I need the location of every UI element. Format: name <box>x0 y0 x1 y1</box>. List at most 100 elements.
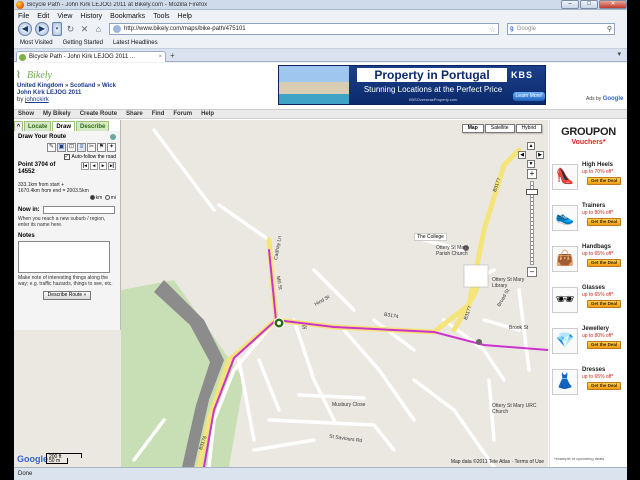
nav-create-route[interactable]: Create Route <box>80 111 117 117</box>
deal-dresses[interactable]: 👗 Dresses up to 65% off* Get the Deal <box>552 365 626 397</box>
deal-high-heels[interactable]: 👠 High Heels up to 70% off* Get the Deal <box>552 160 626 192</box>
road-label-brook-st: Brook St <box>509 325 529 331</box>
now-in-input[interactable] <box>42 206 115 214</box>
zoom-in-button[interactable]: + <box>527 169 537 179</box>
site-nav: Show My Bikely Create Route Share Find F… <box>14 109 627 119</box>
bookmark-star-icon[interactable]: ☆ <box>489 25 496 34</box>
deal-trainers[interactable]: 👟 Trainers up to 80% off* Get the Deal <box>552 201 626 233</box>
minimize-button[interactable]: – <box>561 0 579 9</box>
tab-bicycle-path[interactable]: Bicycle Path - John Kirk LEJOG 2011 ... … <box>16 51 166 62</box>
tab-locate[interactable]: Locate <box>24 121 52 131</box>
property-ad-banner[interactable]: Property in Portugal Stunning Locations … <box>278 65 546 105</box>
get-deal-button[interactable]: Get the Deal <box>587 341 621 349</box>
save-tool-icon[interactable]: ▣ <box>57 143 66 152</box>
zoom-slider-thumb[interactable] <box>526 189 538 195</box>
get-deal-button[interactable]: Get the Deal <box>587 218 621 226</box>
ads-by-google[interactable]: Ads by Google <box>586 96 623 102</box>
map-type-hybrid[interactable]: Hybrid <box>515 124 542 133</box>
notes-textarea[interactable] <box>18 241 110 273</box>
deal-glasses[interactable]: 🕶 Glasses up to 65% off* Get the Deal <box>552 283 626 315</box>
tab-list-button[interactable]: ▾ <box>617 50 621 58</box>
nav-show[interactable]: Show <box>18 111 34 117</box>
get-deal-button[interactable]: Get the Deal <box>587 382 621 390</box>
forward-button[interactable]: ▶ <box>35 22 49 36</box>
cut-tool-icon[interactable]: ✂ <box>87 143 96 152</box>
site-identity-icon[interactable] <box>113 25 121 33</box>
nav-find[interactable]: Find <box>152 111 165 117</box>
tab-draw[interactable]: Draw <box>52 121 76 131</box>
menu-file[interactable]: File <box>18 13 29 20</box>
menu-help[interactable]: Help <box>178 13 192 20</box>
google-logo[interactable]: Google <box>17 454 48 464</box>
pan-down-icon[interactable]: ▼ <box>527 160 535 168</box>
history-dropdown-button[interactable]: ▾ <box>52 22 62 36</box>
map-copyright[interactable]: Map data ©2011 Tele Atlas · Terms of Use <box>451 459 544 465</box>
pan-right-icon[interactable]: ▶ <box>536 151 544 159</box>
last-point-button[interactable]: ▸| <box>108 162 116 170</box>
new-tab-button[interactable]: + <box>170 51 175 60</box>
stop-icon[interactable]: ✕ <box>79 24 90 35</box>
describe-route-button[interactable]: Describe Route » <box>43 291 91 300</box>
deal-name: Trainers <box>582 203 606 209</box>
url-text[interactable]: http://www.bikely.com/maps/bike-path/475… <box>124 26 489 32</box>
site-logo[interactable]: Bikely <box>27 70 52 81</box>
pan-left-icon[interactable]: ◀ <box>518 151 526 159</box>
deal-jewellery[interactable]: 💎 Jewellery up to 80% off* Get the Deal <box>552 324 626 356</box>
learn-more-button[interactable]: Learn More! <box>513 92 545 101</box>
tab-close-icon[interactable]: × <box>158 52 162 62</box>
reload-icon[interactable]: ↻ <box>65 24 76 35</box>
map-type-map[interactable]: Map <box>461 124 484 133</box>
get-deal-button[interactable]: Get the Deal <box>587 259 621 267</box>
get-deal-button[interactable]: Get the Deal <box>587 177 621 185</box>
next-point-button[interactable]: ▸ <box>99 162 107 170</box>
glasses-icon: 🕶 <box>552 287 578 313</box>
nav-my-bikely[interactable]: My Bikely <box>43 111 71 117</box>
bookmark-latest-headlines[interactable]: Latest Headlines <box>113 40 158 46</box>
nav-help[interactable]: Help <box>201 111 214 117</box>
menu-edit[interactable]: Edit <box>37 13 49 20</box>
draw-tool-icon[interactable]: ✎ <box>47 143 56 152</box>
select-tool-icon[interactable]: ⊡ <box>67 143 76 152</box>
maximize-button[interactable]: □ <box>580 0 598 9</box>
now-in-label: Now in: <box>18 207 40 213</box>
back-button[interactable]: ◀ <box>18 22 32 36</box>
groupon-logo[interactable]: GROUPON <box>550 126 627 138</box>
search-icon[interactable]: ⚲ <box>607 25 612 33</box>
deal-handbags[interactable]: 👜 Handbags up to 65% off* Get the Deal <box>552 242 626 274</box>
nav-share[interactable]: Share <box>126 111 143 117</box>
author-link[interactable]: johnckirk <box>25 97 49 103</box>
bookmark-getting-started[interactable]: Getting Started <box>63 40 103 46</box>
get-deal-button[interactable]: Get the Deal <box>587 300 621 308</box>
autofollow-checkbox-box[interactable]: ✓ <box>63 154 70 160</box>
tab-describe[interactable]: Describe <box>76 121 110 131</box>
url-bar[interactable]: http://www.bikely.com/maps/bike-path/475… <box>109 23 499 35</box>
list-tool-icon[interactable]: ≡ <box>77 143 86 152</box>
dress-icon: 👗 <box>552 369 578 395</box>
help-icon[interactable] <box>110 134 116 140</box>
groupon-ad[interactable]: GROUPON Vouchers* 👠 High Heels up to 70%… <box>549 120 627 467</box>
flag-tool-icon[interactable]: ⚑ <box>97 143 106 152</box>
pan-up-icon[interactable]: ▲ <box>527 142 535 150</box>
breadcrumb-country[interactable]: United Kingdom <box>17 83 63 89</box>
prev-point-button[interactable]: ◂ <box>90 162 98 170</box>
magic-tool-icon[interactable]: ✦ <box>107 143 116 152</box>
first-point-button[interactable]: |◂ <box>81 162 89 170</box>
breadcrumb-town[interactable]: Wick <box>102 83 116 89</box>
menu-tools[interactable]: Tools <box>153 13 169 20</box>
map-type-satellite[interactable]: Satellite <box>484 124 515 133</box>
unit-km-radio[interactable] <box>89 195 95 201</box>
bookmark-most-visited[interactable]: Most Visited <box>20 40 53 46</box>
menu-view[interactable]: View <box>57 13 72 20</box>
route-title: John Kirk LEJOG 2011 <box>17 90 82 96</box>
home-icon[interactable]: ⌂ <box>93 24 104 35</box>
zoom-out-button[interactable]: – <box>527 267 537 277</box>
nav-forum[interactable]: Forum <box>173 111 192 117</box>
menu-bookmarks[interactable]: Bookmarks <box>110 13 145 20</box>
breadcrumb-region[interactable]: Scotland <box>70 83 95 89</box>
menu-history[interactable]: History <box>80 13 102 20</box>
autofollow-checkbox[interactable]: ✓ Auto-follow the road <box>18 154 116 160</box>
panel-collapse-button[interactable]: ^ <box>14 121 23 131</box>
search-input[interactable]: g Google ⚲ <box>507 23 615 35</box>
close-button[interactable]: ✕ <box>599 0 627 9</box>
unit-mi-radio[interactable] <box>104 195 110 201</box>
